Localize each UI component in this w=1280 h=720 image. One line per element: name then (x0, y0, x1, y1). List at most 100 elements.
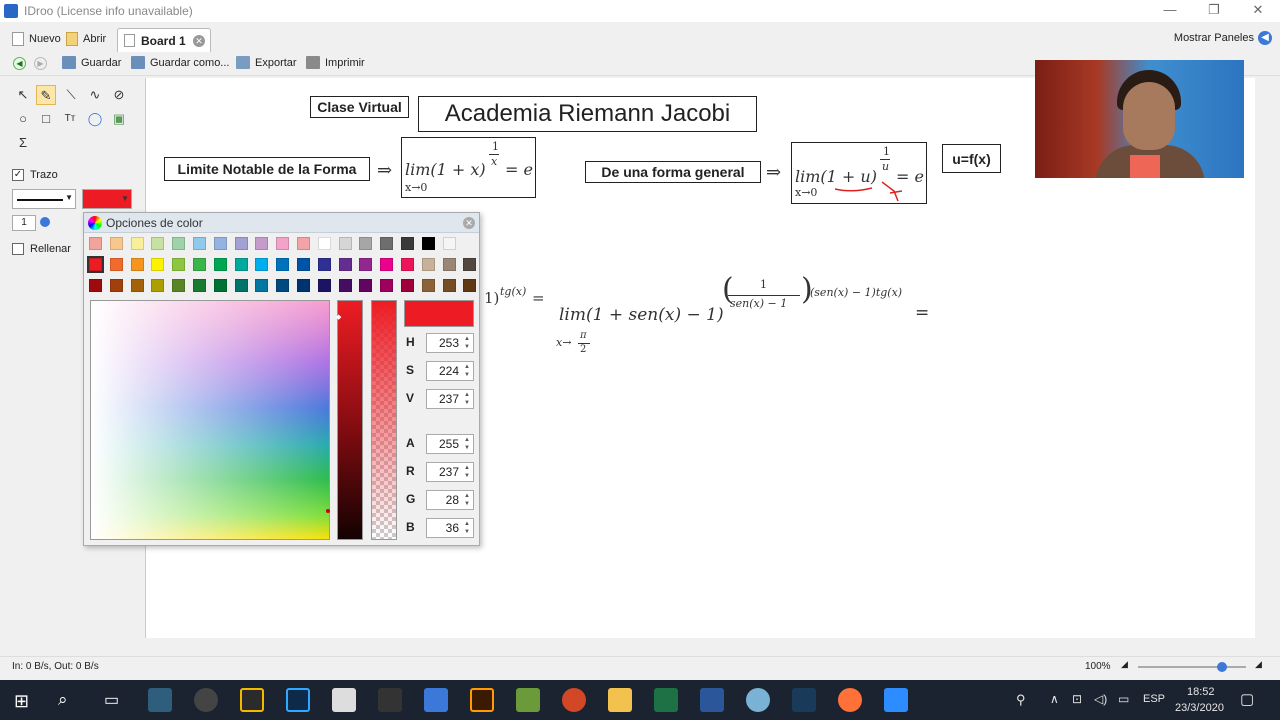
zoom-slider-handle[interactable] (1217, 662, 1228, 672)
tray-chevron-up-icon[interactable]: ∧ (1050, 692, 1059, 706)
alpha-slider[interactable] (371, 300, 397, 540)
zoom-out-icon[interactable]: ◢ (1121, 659, 1128, 670)
palette-swatch[interactable] (338, 279, 352, 292)
palette-swatch[interactable] (255, 237, 269, 250)
palette-swatch[interactable] (109, 258, 123, 271)
taskbar-app-6-icon[interactable] (378, 688, 402, 712)
taskbar-app-9-icon[interactable] (516, 688, 540, 712)
palette-swatch[interactable] (151, 237, 165, 250)
back-icon[interactable]: ◀ (13, 57, 26, 70)
horizontal-scrollbar[interactable] (145, 640, 1255, 654)
firefox-icon[interactable] (838, 688, 862, 712)
brackets-icon[interactable] (240, 688, 264, 712)
guardar-como-button[interactable]: Guardar como... (131, 56, 229, 69)
palette-swatch[interactable] (317, 237, 331, 250)
forward-icon[interactable]: ▶ (34, 57, 47, 70)
taskbar-app-15-icon[interactable] (792, 688, 816, 712)
palette-swatch[interactable] (359, 279, 373, 292)
palette-swatch[interactable] (380, 279, 394, 292)
limite-notable-box[interactable]: Limite Notable de la Forma (164, 157, 370, 181)
formula-box-2[interactable]: lim(1 + u) x→0 1 u = e (791, 142, 927, 204)
palette-swatch[interactable] (297, 258, 310, 271)
settings-app-icon[interactable] (332, 688, 356, 712)
palette-swatch[interactable] (401, 258, 414, 271)
palette-swatch[interactable] (421, 258, 435, 271)
zoom-app-icon[interactable] (884, 688, 908, 712)
tab-board-1[interactable]: Board 1 ✕ (117, 28, 211, 52)
pencil-icon[interactable]: ✎ (36, 85, 56, 105)
palette-swatch[interactable] (359, 258, 373, 271)
palette-swatch[interactable] (109, 279, 123, 292)
palette-swatch[interactable] (297, 279, 310, 292)
palette-swatch[interactable] (401, 279, 414, 292)
color-field-input[interactable]: 255 ▲ ▼ (426, 434, 474, 454)
palette-swatch[interactable] (276, 279, 290, 292)
palette-swatch[interactable] (297, 237, 310, 250)
windows-start-icon[interactable]: ⊞ (14, 691, 29, 712)
notifications-icon[interactable]: ▢ (1240, 690, 1254, 708)
close-window-button[interactable]: ✕ (1236, 0, 1280, 22)
spinner-icon[interactable]: ▲ ▼ (462, 335, 472, 351)
word-icon[interactable] (700, 688, 724, 712)
idroo-taskbar-icon[interactable] (424, 688, 448, 712)
vertical-scrollbar[interactable] (1256, 78, 1270, 638)
color-field-b[interactable]: B 36 ▲ ▼ (404, 518, 474, 538)
guardar-button[interactable]: Guardar (62, 56, 121, 69)
language-indicator[interactable]: ESP (1143, 693, 1165, 705)
palette-swatch[interactable] (234, 258, 248, 271)
palette-swatch[interactable] (193, 279, 206, 292)
stroke-width-slider[interactable] (40, 217, 50, 227)
palette-swatch[interactable] (87, 256, 104, 273)
color-field-h[interactable]: H 253 ▲ ▼ (404, 333, 474, 353)
select-icon[interactable]: ↖ (13, 85, 33, 105)
palette-swatch[interactable] (255, 258, 269, 271)
clase-virtual-box[interactable]: Clase Virtual (310, 96, 409, 118)
illustrator-icon[interactable] (470, 688, 494, 712)
zoom-in-icon[interactable]: ◢ (1255, 659, 1262, 670)
palette-swatch[interactable] (401, 237, 414, 250)
spinner-icon[interactable]: ▲ ▼ (462, 520, 472, 536)
powerpoint-icon[interactable] (562, 688, 586, 712)
palette-swatch[interactable] (234, 237, 248, 250)
ellipse-icon[interactable]: ○ (13, 109, 33, 129)
palette-swatch[interactable] (172, 258, 186, 271)
rellenar-checkbox[interactable] (12, 243, 24, 255)
highlighter-icon[interactable]: ⟍ (61, 85, 81, 105)
forma-general-box[interactable]: De una forma general (585, 161, 761, 183)
palette-swatch[interactable] (463, 279, 477, 292)
palette-swatch[interactable] (421, 237, 435, 250)
restore-button[interactable]: ❐ (1192, 0, 1236, 22)
stroke-color-picker[interactable]: ▼ (82, 189, 132, 209)
palette-swatch[interactable] (89, 279, 102, 292)
palette-swatch[interactable] (151, 258, 165, 271)
spinner-icon[interactable]: ▲ ▼ (462, 464, 472, 480)
trazo-checkbox[interactable]: ✓ (12, 169, 24, 181)
palette-swatch[interactable] (130, 258, 144, 271)
color-field-input[interactable]: 253 ▲ ▼ (426, 333, 474, 353)
palette-swatch[interactable] (317, 258, 331, 271)
color-field-input[interactable]: 224 ▲ ▼ (426, 361, 474, 381)
value-slider[interactable]: ◆ (336, 300, 363, 540)
formula-icon[interactable]: Σ (13, 133, 33, 153)
saturation-value-field[interactable] (90, 300, 330, 540)
palette-swatch[interactable] (442, 279, 456, 292)
formula-box-1[interactable]: lim(1 + x) x→0 1 x = e (401, 137, 536, 198)
excel-icon[interactable] (654, 688, 678, 712)
color-field-a[interactable]: A 255 ▲ ▼ (404, 434, 474, 454)
text-icon[interactable]: Tт (60, 109, 80, 129)
color-field-v[interactable]: V 237 ▲ ▼ (404, 389, 474, 409)
palette-swatch[interactable] (130, 237, 144, 250)
volume-icon[interactable]: ◁) (1094, 692, 1107, 706)
palette-swatch[interactable] (130, 279, 144, 292)
color-field-input[interactable]: 28 ▲ ▼ (426, 490, 474, 510)
close-tab-icon[interactable]: ✕ (193, 35, 205, 47)
spinner-icon[interactable]: ▲ ▼ (462, 391, 472, 407)
palette-swatch[interactable] (276, 258, 290, 271)
task-view-icon[interactable]: ▭ (104, 690, 119, 710)
rectangle-icon[interactable]: □ (36, 109, 56, 129)
palette-swatch[interactable] (380, 258, 394, 271)
people-icon[interactable]: ⚲ (1016, 692, 1026, 708)
palette-swatch[interactable] (359, 237, 373, 250)
palette-swatch[interactable] (463, 258, 477, 271)
battery-icon[interactable]: ▭ (1118, 692, 1129, 706)
